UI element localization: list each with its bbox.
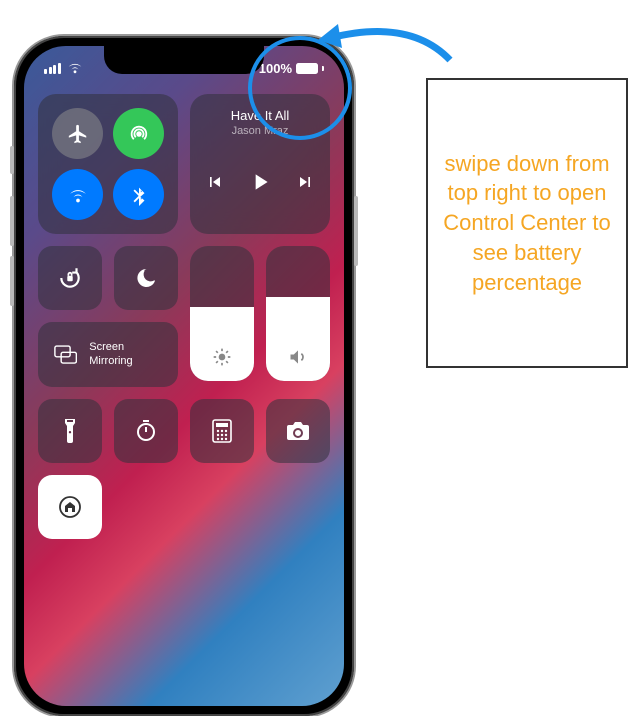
wifi-icon xyxy=(67,62,83,74)
airplane-mode-toggle[interactable] xyxy=(52,108,103,159)
side-button xyxy=(354,196,358,266)
volume-icon xyxy=(288,347,308,367)
brightness-slider[interactable] xyxy=(190,246,254,381)
cellular-data-toggle[interactable] xyxy=(113,108,164,159)
calculator-icon xyxy=(212,419,232,443)
screen-mirroring-button[interactable]: Screen Mirroring xyxy=(38,322,178,387)
volume-slider[interactable] xyxy=(266,246,330,381)
mute-switch xyxy=(10,146,14,174)
flashlight-button[interactable] xyxy=(38,399,102,463)
row-extra xyxy=(38,475,330,539)
status-left xyxy=(44,56,83,80)
previous-track-button[interactable] xyxy=(205,172,225,192)
calculator-button[interactable] xyxy=(190,399,254,463)
do-not-disturb-toggle[interactable] xyxy=(114,246,178,310)
screen-mirroring-icon xyxy=(54,344,77,366)
callout-box: swipe down from top right to open Contro… xyxy=(426,78,628,368)
connectivity-panel[interactable] xyxy=(38,94,178,234)
sliders xyxy=(190,246,330,387)
volume-down-button xyxy=(10,256,14,306)
callout-text: swipe down from top right to open Contro… xyxy=(442,149,612,297)
notch xyxy=(104,46,264,74)
wifi-icon xyxy=(67,184,89,206)
home-button[interactable] xyxy=(38,475,102,539)
moon-icon xyxy=(134,266,158,290)
timer-icon xyxy=(134,419,158,443)
volume-up-button xyxy=(10,196,14,246)
flashlight-icon xyxy=(60,418,80,444)
bluetooth-toggle[interactable] xyxy=(113,169,164,220)
timer-button[interactable] xyxy=(114,399,178,463)
brightness-fill xyxy=(190,307,254,381)
row-orientation-dnd: Screen Mirroring xyxy=(38,246,178,387)
camera-button[interactable] xyxy=(266,399,330,463)
next-track-button[interactable] xyxy=(295,172,315,192)
play-button[interactable] xyxy=(247,169,273,195)
control-center: Have It All Jason Mraz Screen M xyxy=(38,94,330,539)
screen-mirroring-label: Screen Mirroring xyxy=(89,341,162,367)
camera-icon xyxy=(285,421,311,441)
cellular-signal-icon xyxy=(44,63,61,74)
highlight-circle xyxy=(248,36,352,140)
brightness-icon xyxy=(212,347,232,367)
airplane-icon xyxy=(67,123,89,145)
row-utilities xyxy=(38,399,330,463)
bluetooth-icon xyxy=(128,184,150,206)
orientation-lock-toggle[interactable] xyxy=(38,246,102,310)
orientation-lock-icon xyxy=(57,265,83,291)
home-icon xyxy=(58,495,82,519)
volume-fill xyxy=(266,297,330,381)
antenna-icon xyxy=(128,123,150,145)
wifi-toggle[interactable] xyxy=(52,169,103,220)
screen: 100% xyxy=(24,46,344,706)
